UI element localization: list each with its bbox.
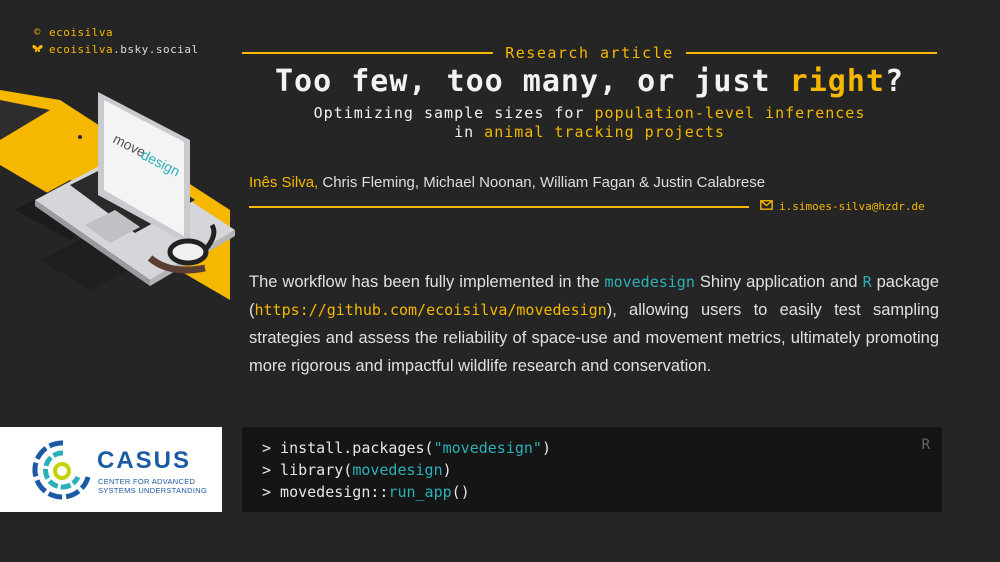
bluesky-handle: ecoisilva.bsky.social <box>49 43 199 56</box>
mail-icon <box>760 200 773 213</box>
description-paragraph: The workflow has been fully implemented … <box>249 273 939 375</box>
casus-wordmark: CASUS <box>97 447 192 474</box>
kicker-line-left <box>242 52 494 54</box>
r-label: R <box>862 273 872 291</box>
code-line-install: > install.packages("movedesign") <box>262 439 551 457</box>
casus-emblem-icon <box>32 440 91 500</box>
article-type: Research article <box>505 44 674 62</box>
butterfly-icon <box>32 44 43 55</box>
github-link[interactable]: https://github.com/ecoisilva/movedesign <box>255 301 607 319</box>
handle-row[interactable]: © ecoisilva <box>32 24 199 41</box>
code-block: > install.packages("movedesign") > libra… <box>242 427 942 512</box>
page-subtitle: Optimizing sample sizes for population-l… <box>313 104 866 141</box>
social-handles: © ecoisilva ecoisilva.bsky.social <box>32 24 199 58</box>
laptop-illustration: move design <box>0 60 240 310</box>
code-language-label: R <box>921 437 930 453</box>
page-title: Too few, too many, or just right? <box>274 64 905 99</box>
casus-tagline: CENTER FOR ADVANCED SYSTEMS UNDERSTANDING <box>98 477 208 495</box>
contact-email[interactable]: i.simoes-silva@hzdr.de <box>760 200 925 213</box>
bluesky-row[interactable]: ecoisilva.bsky.social <box>32 41 199 58</box>
email-text: i.simoes-silva@hzdr.de <box>779 200 925 213</box>
kicker-line-right <box>685 52 937 54</box>
co-authors: Chris Fleming, Michael Noonan, William F… <box>318 174 766 191</box>
kicker-row: Research article <box>242 44 937 62</box>
author-list: Inês Silva, Chris Fleming, Michael Noona… <box>249 174 765 191</box>
copyright-icon: © <box>34 27 41 38</box>
author-divider <box>249 206 749 208</box>
code-line-run: > movedesign::run_app() <box>262 483 470 501</box>
casus-logo: CASUS CENTER FOR ADVANCED SYSTEMS UNDERST… <box>0 427 222 512</box>
handle-text: ecoisilva <box>49 26 114 39</box>
code-line-library: > library(movedesign) <box>262 461 452 479</box>
watch <box>167 238 209 266</box>
package-name: movedesign <box>604 273 695 291</box>
first-author: Inês Silva, <box>249 174 319 191</box>
